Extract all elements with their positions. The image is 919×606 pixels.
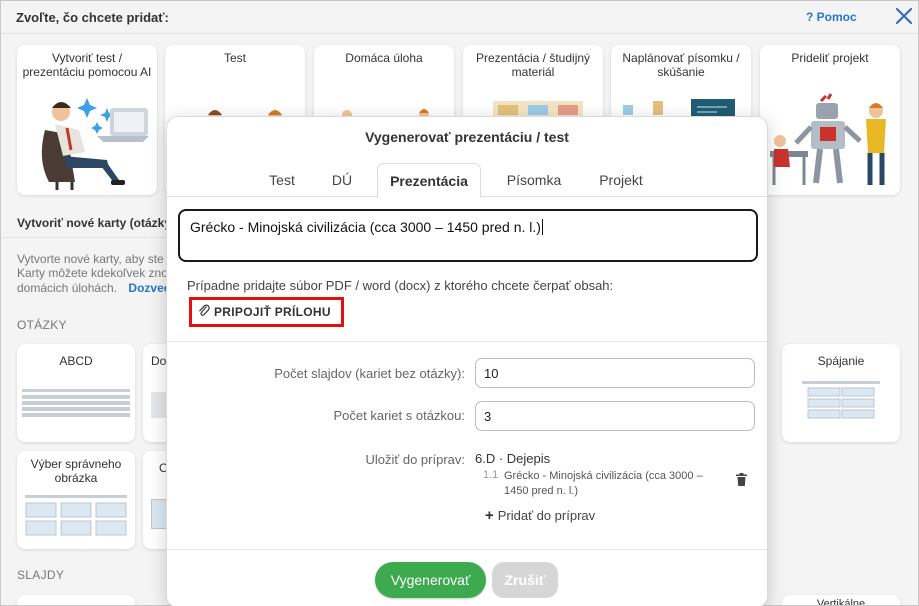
tab-project[interactable]: Projekt [587,163,655,197]
attachment-hint: Prípadne pridajte súbor PDF / word (docx… [187,278,614,293]
trash-icon[interactable] [736,473,747,486]
help-link[interactable]: ? Pomoc [806,10,857,24]
card-label: Domáca úloha [345,51,423,65]
card-ai-generate[interactable]: Vytvoriť test / prezentáciu pomocou AI [17,45,157,195]
generate-button[interactable]: Vygenerovať [375,562,486,598]
modal-tabs: Test DÚ Prezentácia Písomka Projekt [167,163,767,198]
card-label: Prezentácia / študijný materiál [475,51,591,79]
add-to-preparations-label: Pridať do príprav [497,508,596,523]
abcd-icon [22,389,130,417]
save-to-label: Uložiť do príprav: [365,452,465,467]
card-matching[interactable]: Spájanie [782,344,900,442]
vertical-slide-label: Vertikálne [816,598,866,606]
tab-homework[interactable]: DÚ [322,163,362,197]
questions-count-input[interactable] [475,401,755,431]
section-divider [1,237,171,238]
card-label: Vytvoriť test / prezentáciu pomocou AI [22,51,152,79]
paperclip-icon [199,304,210,316]
new-cards-desc-line2: Karty môžete kdekoľvek zno [17,266,168,280]
new-cards-desc-text: domácich úlohách. [17,281,118,295]
matching-icon [802,381,880,419]
tab-exam[interactable]: Písomka [499,163,569,197]
cancel-button[interactable]: Zrušiť [492,562,558,598]
card-label: Výber správneho obrázka [30,457,122,485]
new-cards-title: Vytvoriť nové karty (otázky [17,216,172,230]
attach-file-button[interactable]: PRIPOJIŤ PRÍLOHU [189,297,344,327]
add-to-preparations-button[interactable]: + Pridať do príprav [485,507,595,524]
modal-divider [167,341,767,342]
plus-icon: + [485,507,494,524]
questions-section-label: OTÁZKY [17,318,67,332]
close-icon[interactable] [894,6,914,26]
card-abcd[interactable]: ABCD [17,344,135,442]
slides-section-label: SLAJDY [17,568,65,582]
dialog-header: Zvoľte, čo chcete pridať: ? Pomoc [1,1,918,34]
ai-person-illustration [41,98,149,190]
new-cards-desc-line1: Vytvorte nové karty, aby ste [17,252,164,266]
attach-file-label: PRIPOJIŤ PRÍLOHU [214,305,331,319]
save-item-text: Grécko - Minojská civilizácia (cca 3000 … [504,470,703,497]
save-item-number: 1.1 [483,469,499,481]
slides-count-label: Počet slajdov (kariet bez otázky): [274,366,465,381]
slides-count-input[interactable] [475,358,755,388]
slide-card-peek-left[interactable] [17,595,135,605]
card-label: Naplánovať písomku / skúšanie [622,51,740,79]
dialog-title: Zvoľte, čo chcete pridať: [16,10,169,25]
generate-modal: Vygenerovať prezentáciu / test Test DÚ P… [166,116,768,606]
card-label: Test [223,51,246,65]
topic-input-value: Grécko - Minojská civilizácia (cca 3000 … [190,219,541,235]
tab-test[interactable]: Test [257,163,307,197]
slide-card-peek-right[interactable]: Vertikálne [782,595,900,606]
save-to-value: 6.D · Dejepis [475,451,551,466]
questions-count-label: Počet kariet s otázkou: [333,408,465,423]
card-image-choice[interactable]: Výber správneho obrázka [17,451,135,549]
new-cards-desc-line3: domácich úlohách. Dozvedi [17,281,174,295]
card-label: Prideliť projekt [791,51,869,65]
project-robot-illustration [770,93,886,185]
image-choice-icon [25,495,127,536]
topic-input[interactable]: Grécko - Minojská civilizácia (cca 3000 … [178,209,758,262]
card-assign-project[interactable]: Prideliť projekt [760,45,900,195]
tab-presentation[interactable]: Prezentácia [377,163,481,198]
text-caret [541,219,543,235]
card-label: Spájanie [817,354,865,368]
card-label: ABCD [59,354,93,368]
footer-divider [167,549,767,550]
modal-title: Vygenerovať prezentáciu / test [365,129,569,145]
